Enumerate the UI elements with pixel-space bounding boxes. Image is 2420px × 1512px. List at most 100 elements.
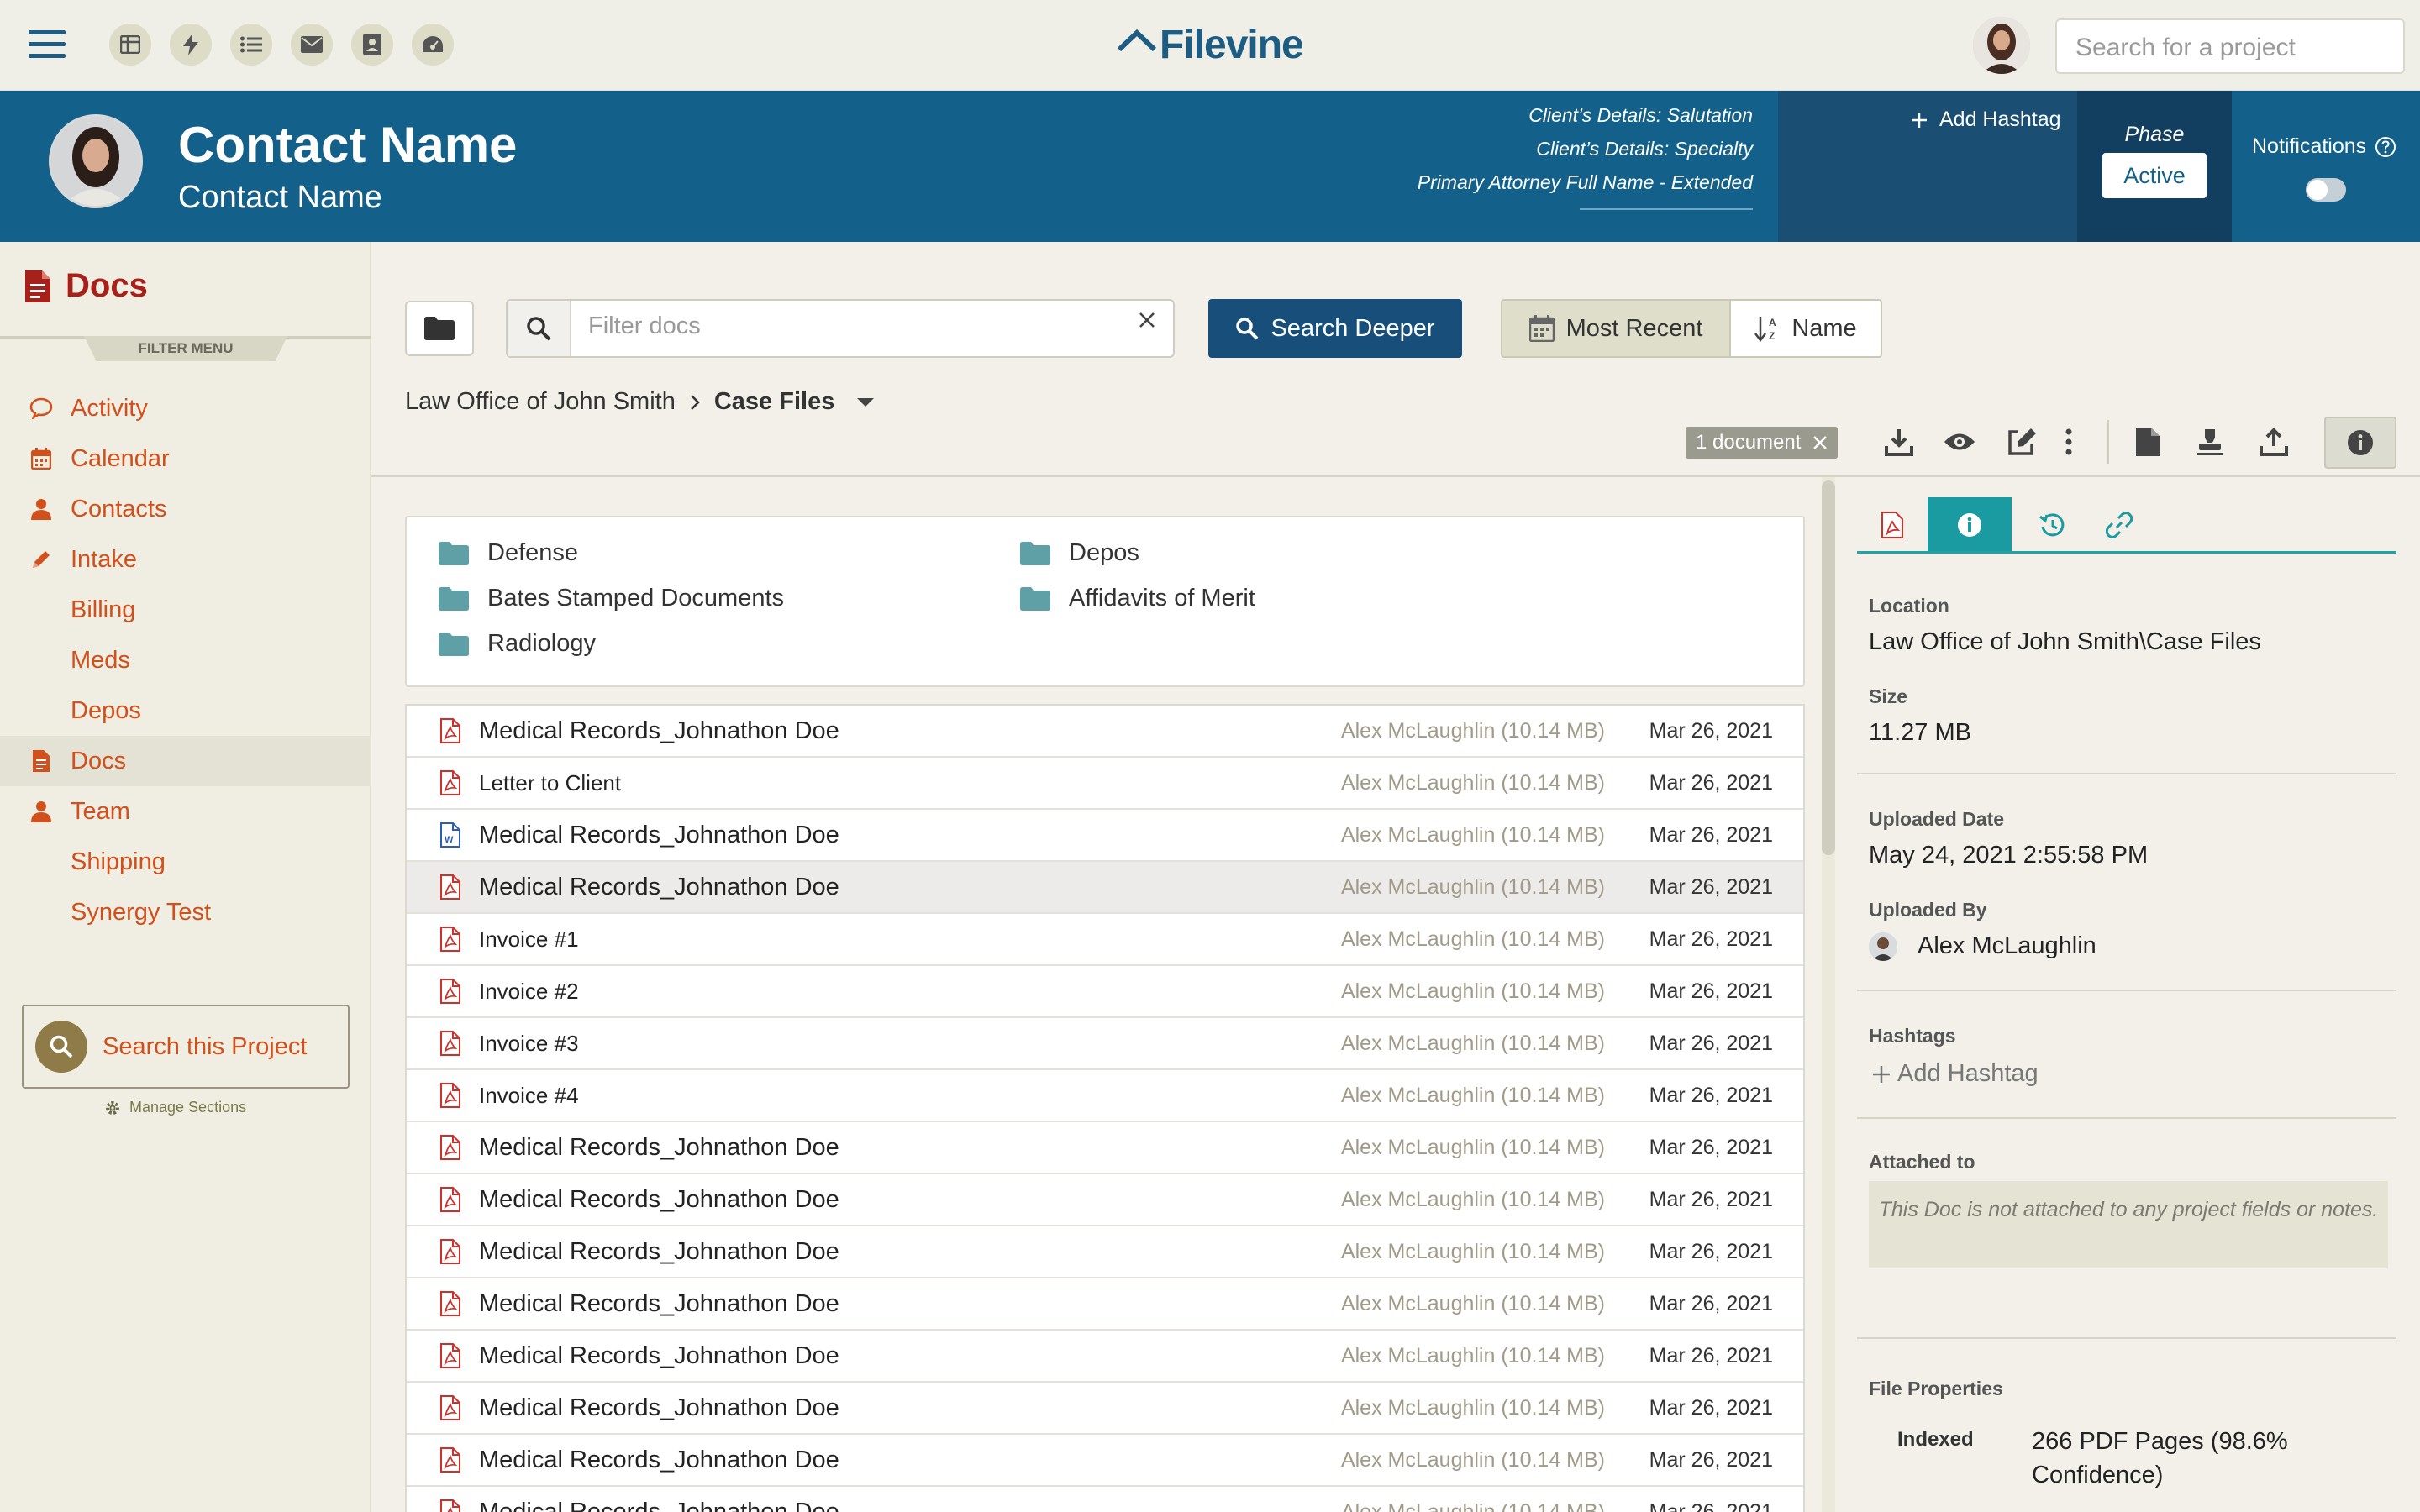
- client-specialty-field[interactable]: Client’s Details: Specialty: [1536, 138, 1753, 160]
- close-icon[interactable]: [1812, 435, 1828, 450]
- tab-info[interactable]: [1928, 497, 2012, 553]
- document-name: Medical Records_Johnathon Doe: [479, 1289, 839, 1317]
- add-hashtag-button[interactable]: Add Hashtag: [1911, 108, 2061, 132]
- scrollbar-thumb[interactable]: [1822, 480, 1835, 855]
- document-date: Mar 26, 2021: [1649, 1447, 1773, 1472]
- section-title-text: Docs: [66, 267, 148, 304]
- document-row[interactable]: Medical Records_Johnathon Doe Alex McLau…: [407, 862, 1803, 914]
- document-owner: Alex McLaughlin (10.14 MB): [1340, 1447, 1605, 1472]
- sidebar-item-calendar[interactable]: Calendar: [0, 433, 371, 484]
- document-row[interactable]: Medical Records_Johnathon Doe Alex McLau…: [407, 1487, 1803, 1512]
- document-row[interactable]: Medical Records_Johnathon Doe Alex McLau…: [407, 1174, 1803, 1226]
- document-name: Medical Records_Johnathon Doe: [479, 873, 839, 900]
- document-row[interactable]: Letter to Client Alex McLaughlin (10.14 …: [407, 758, 1803, 810]
- document-row[interactable]: Medical Records_Johnathon Doe Alex McLau…: [407, 1122, 1803, 1174]
- sidebar-item-intake[interactable]: Intake: [0, 534, 371, 585]
- document-row[interactable]: Medical Records_Johnathon Doe Alex McLau…: [407, 1278, 1803, 1331]
- filevine-logo[interactable]: Filevine: [1118, 15, 1304, 74]
- add-hashtag-link[interactable]: Add Hashtag: [1872, 1060, 2039, 1088]
- sort-name-label: Name: [1791, 314, 1857, 342]
- sidebar-item-billing[interactable]: Billing: [0, 585, 371, 635]
- pdf-icon: [440, 927, 462, 952]
- stamp-icon[interactable]: [2191, 422, 2228, 462]
- folder-item-radiology[interactable]: Radiology: [439, 630, 596, 658]
- folder-label: Depos: [1069, 539, 1139, 566]
- filter-menu-tab[interactable]: FILTER MENU: [84, 336, 287, 361]
- manage-sections-label: Manage Sections: [129, 1099, 247, 1116]
- phase-select[interactable]: Active: [2102, 153, 2207, 198]
- document-row[interactable]: Invoice #3 Alex McLaughlin (10.14 MB) Ma…: [407, 1018, 1803, 1070]
- sidebar-item-label: Team: [71, 797, 130, 825]
- uploader-avatar: [1869, 932, 1897, 961]
- list-icon[interactable]: [230, 24, 272, 66]
- details-divider: [1857, 1117, 2396, 1119]
- sidebar-item-shipping[interactable]: Shipping: [0, 837, 371, 887]
- folder-item-defense[interactable]: Defense: [439, 539, 578, 567]
- document-row[interactable]: Invoice #1 Alex McLaughlin (10.14 MB) Ma…: [407, 914, 1803, 966]
- document-row[interactable]: Invoice #2 Alex McLaughlin (10.14 MB) Ma…: [407, 966, 1803, 1018]
- tab-link[interactable]: [2077, 497, 2161, 553]
- breadcrumb-root[interactable]: Law Office of John Smith: [405, 388, 676, 416]
- speedometer-icon[interactable]: [412, 24, 454, 66]
- pdf-icon: [440, 874, 462, 900]
- clear-filter-icon[interactable]: [1138, 311, 1156, 329]
- sidebar-item-label: Billing: [71, 596, 136, 623]
- document-date: Mar 26, 2021: [1649, 1291, 1773, 1315]
- sidebar-item-meds[interactable]: Meds: [0, 635, 371, 685]
- client-salutation-field[interactable]: Client’s Details: Salutation: [1528, 104, 1753, 127]
- search-deeper-button[interactable]: Search Deeper: [1208, 299, 1462, 358]
- folder-item-affidavits-of-merit[interactable]: Affidavits of Merit: [1020, 585, 1255, 612]
- sidebar-item-depos[interactable]: Depos: [0, 685, 371, 736]
- tabs-underline: [1857, 551, 2396, 554]
- document-row[interactable]: W Medical Records_Johnathon Doe Alex McL…: [407, 810, 1803, 862]
- gear-icon: [104, 1100, 121, 1116]
- location-label: Location: [1869, 595, 1949, 617]
- document-row[interactable]: Medical Records_Johnathon Doe Alex McLau…: [407, 706, 1803, 758]
- mail-icon[interactable]: [291, 24, 333, 66]
- folder-item-bates-stamped-documents[interactable]: Bates Stamped Documents: [439, 585, 784, 612]
- manage-sections-link[interactable]: Manage Sections: [104, 1099, 246, 1116]
- folder-item-depos[interactable]: Depos: [1020, 539, 1139, 567]
- sidebar-item-label: Intake: [71, 545, 137, 573]
- eye-icon[interactable]: [1941, 422, 1978, 462]
- info-toggle-button[interactable]: [2324, 417, 2396, 469]
- filter-docs-input[interactable]: Filter docs: [588, 312, 701, 340]
- download-icon[interactable]: [1881, 422, 1918, 462]
- primary-attorney-field[interactable]: Primary Attorney Full Name - Extended: [1418, 171, 1753, 194]
- notifications-label: Notifications: [2252, 134, 2396, 159]
- document-row[interactable]: Medical Records_Johnathon Doe Alex McLau…: [407, 1331, 1803, 1383]
- user-avatar[interactable]: [1973, 17, 2030, 74]
- project-search-input[interactable]: Search for a project: [2055, 18, 2405, 74]
- hamburger-icon[interactable]: [29, 29, 66, 60]
- document-date: Mar 26, 2021: [1649, 979, 1773, 1003]
- sidebar-item-synergy-test[interactable]: Synergy Test: [0, 887, 371, 937]
- sidebar-item-team[interactable]: Team: [0, 786, 371, 837]
- lightning-icon[interactable]: [170, 24, 212, 66]
- sidebar-item-contacts[interactable]: Contacts: [0, 484, 371, 534]
- dashboard-icon[interactable]: [109, 24, 151, 66]
- sort-most-recent-button[interactable]: Most Recent: [1501, 299, 1731, 358]
- pdf-icon: [440, 1031, 462, 1056]
- search-project-button[interactable]: Search this Project: [22, 1005, 350, 1089]
- caret-down-icon[interactable]: [856, 396, 875, 408]
- edit-icon[interactable]: [2003, 422, 2040, 462]
- sidebar-item-activity[interactable]: Activity: [0, 383, 371, 433]
- document-row[interactable]: Invoice #4 Alex McLaughlin (10.14 MB) Ma…: [407, 1070, 1803, 1122]
- contact-card-icon[interactable]: [351, 24, 393, 66]
- document-row[interactable]: Medical Records_Johnathon Doe Alex McLau…: [407, 1226, 1803, 1278]
- tab-pdf[interactable]: [1850, 497, 1934, 553]
- svg-text:A: A: [1769, 317, 1776, 328]
- search-icon: [35, 1021, 87, 1073]
- folder-label: Bates Stamped Documents: [487, 585, 785, 612]
- document-owner: Alex McLaughlin (10.14 MB): [1340, 1343, 1605, 1368]
- size-value: 11.27 MB: [1869, 719, 1971, 746]
- sort-name-button[interactable]: AZ Name: [1729, 299, 1882, 358]
- document-row[interactable]: Medical Records_Johnathon Doe Alex McLau…: [407, 1383, 1803, 1435]
- new-document-icon[interactable]: [2129, 422, 2166, 462]
- sidebar-item-docs[interactable]: Docs: [0, 736, 371, 786]
- help-icon[interactable]: [2375, 136, 2396, 158]
- folder-view-button[interactable]: [405, 301, 474, 356]
- more-options-icon[interactable]: [2054, 422, 2084, 462]
- document-row[interactable]: Medical Records_Johnathon Doe Alex McLau…: [407, 1435, 1803, 1487]
- upload-icon[interactable]: [2255, 422, 2292, 462]
